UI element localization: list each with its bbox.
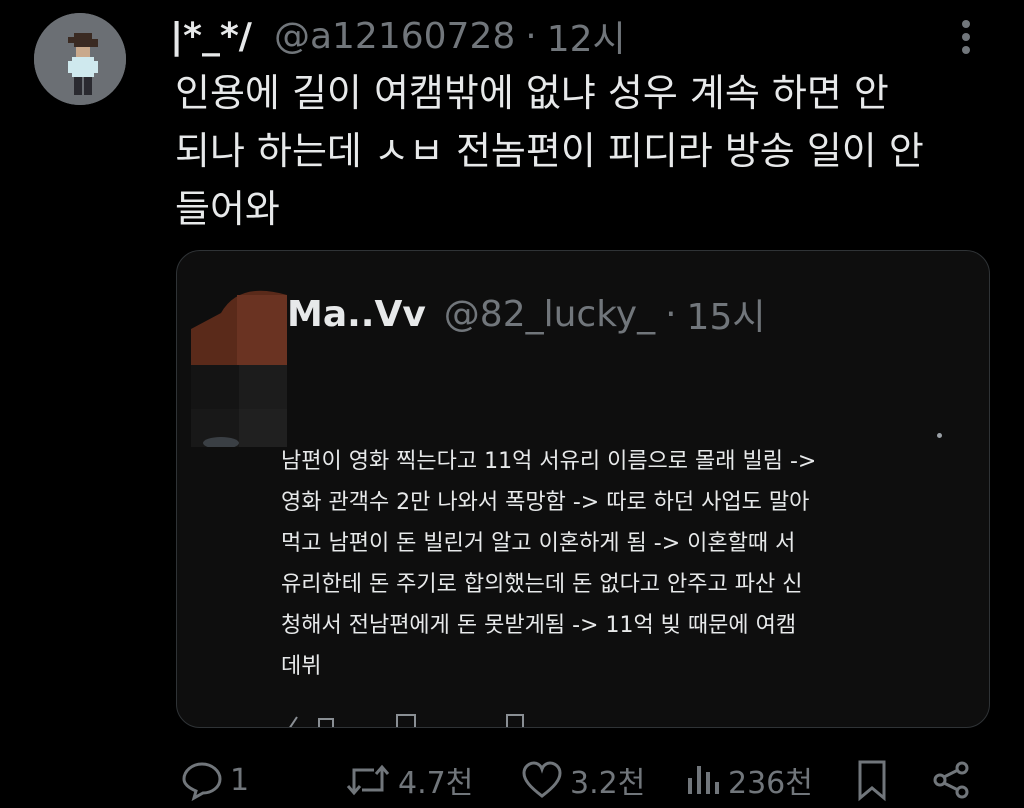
tweet-timestamp[interactable]: 12시 — [547, 10, 626, 62]
tweet-actions-bar: 1 4.7천 3.2천 236천 — [0, 752, 1024, 808]
author-avatar[interactable] — [34, 13, 126, 105]
bookmark-button[interactable] — [854, 758, 890, 802]
quoted-text-line: 청해서 전남편에게 돈 못받게됨 -> 11억 빚 때문에 여캠 — [281, 613, 797, 638]
reply-button[interactable]: 1 — [180, 758, 249, 802]
quoted-text-line: 남편이 영화 찍는다고 11억 서유리 이름으로 몰래 빌림 -> — [281, 449, 817, 474]
author-display-name[interactable]: |*_*/ — [170, 16, 252, 57]
retweet-count: 4.7천 — [398, 766, 474, 801]
tweet-text-line: 인용에 길이 여캠밖에 없냐 성우 계속 하면 안 — [175, 71, 889, 115]
separator-dot: · — [525, 15, 537, 57]
tweet-text-line: 되나 하는데 ㅅㅂ 전놈편이 피디라 방송 일이 안 — [175, 129, 924, 173]
quoted-handle[interactable]: @82_lucky_ — [444, 294, 655, 335]
reply-count: 1 — [230, 762, 250, 798]
views-icon — [688, 766, 719, 794]
tweet-text: 인용에 길이 여캠밖에 없냐 성우 계속 하면 안 되나 하는데 ㅅㅂ 전놈편이… — [175, 64, 975, 238]
view-count: 236천 — [728, 766, 813, 801]
quoted-dot-mark — [937, 433, 942, 438]
quoted-text-line: 먹고 남편이 돈 빌린거 알고 이혼하게 됨 -> 이혼할때 서 — [281, 531, 796, 556]
quoted-separator-dot: · — [665, 293, 677, 335]
quoted-header: Ma..Vv @82_lucky_ · 15시 — [287, 288, 766, 340]
quoted-timestamp[interactable]: 15시 — [687, 288, 766, 340]
share-button[interactable] — [930, 758, 972, 802]
quoted-text-line: 유리한테 돈 주기로 합의했는데 돈 없다고 안주고 파산 신 — [281, 572, 803, 597]
like-button[interactable]: 3.2천 — [520, 758, 645, 802]
like-count: 3.2천 — [570, 766, 646, 801]
reply-icon — [182, 762, 222, 802]
like-icon — [522, 761, 562, 798]
more-icon[interactable] — [958, 18, 974, 56]
quoted-text-line: 데뷔 — [281, 654, 322, 679]
quoted-footer-icons-partial — [289, 714, 524, 727]
avatar-pixel-character — [34, 13, 126, 105]
tweet-text-line: 들어와 — [175, 187, 280, 231]
views-button[interactable]: 236천 — [682, 758, 813, 802]
quoted-text-line: 영화 관객수 2만 나와서 폭망함 -> 따로 하던 사업도 말아 — [281, 490, 810, 515]
tweet-header: |*_*/ @a12160728 · 12시 — [170, 14, 626, 61]
share-icon — [933, 761, 969, 799]
retweet-button[interactable]: 4.7천 — [344, 758, 473, 802]
quoted-author-avatar-blurred[interactable] — [191, 283, 287, 447]
retweet-icon — [346, 764, 390, 796]
bookmark-icon — [858, 760, 886, 802]
quoted-text: 남편이 영화 찍는다고 11억 서유리 이름으로 몰래 빌림 -> 영화 관객수… — [281, 441, 931, 687]
quoted-tweet-card[interactable]: Ma..Vv @82_lucky_ · 15시 남편이 영화 찍는다고 11억 … — [176, 250, 990, 728]
author-handle[interactable]: @a12160728 — [274, 16, 515, 57]
quoted-display-name[interactable]: Ma..Vv — [287, 294, 426, 335]
